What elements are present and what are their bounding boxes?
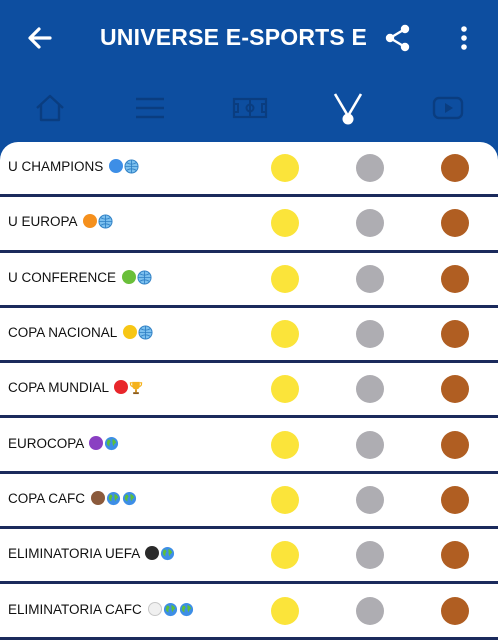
competition-row[interactable]: COPA NACIONAL <box>0 308 498 364</box>
trophy-icon <box>129 380 143 398</box>
competition-row[interactable]: U CHAMPIONS <box>0 142 498 198</box>
competition-name: ELIMINATORIA UEFA <box>8 546 140 562</box>
earth-globe-icon <box>122 491 137 509</box>
earth-globe-icon <box>104 436 119 454</box>
bronze-medal-icon[interactable] <box>441 154 469 183</box>
competition-row[interactable]: U EUROPA <box>0 197 498 253</box>
competition-label: COPA MUNDIAL <box>8 380 143 398</box>
competition-label: COPA NACIONAL <box>8 325 153 343</box>
more-options-button[interactable] <box>452 22 476 54</box>
competition-label: EUROCOPA <box>8 435 119 454</box>
color-circle-icon <box>145 546 160 561</box>
bronze-medal-icon[interactable] <box>441 596 469 625</box>
competition-label: ELIMINATORIA CAFC <box>8 601 194 620</box>
share-button[interactable] <box>382 22 414 54</box>
bronze-medal-icon[interactable] <box>441 209 469 238</box>
color-circle-icon <box>121 269 136 284</box>
color-circle-icon <box>89 435 104 450</box>
gold-medal-icon[interactable] <box>271 320 299 349</box>
earth-globe-icon <box>106 491 121 509</box>
color-circle-icon <box>114 380 129 395</box>
arrow-left-icon <box>28 27 52 49</box>
gold-medal-icon[interactable] <box>271 596 299 625</box>
silver-medal-icon[interactable] <box>356 430 384 459</box>
tab-menu[interactable] <box>130 88 170 128</box>
gold-medal-icon[interactable] <box>271 264 299 293</box>
competition-name: COPA CAFC <box>8 490 86 506</box>
competition-name: U EUROPA <box>8 214 77 230</box>
bronze-medal-icon[interactable] <box>441 541 469 570</box>
silver-medal-icon[interactable] <box>356 264 384 293</box>
gold-medal-icon[interactable] <box>271 430 299 459</box>
competition-list: U CHAMPIONS U EUROPA U CONFERENCE COPA N… <box>0 142 498 640</box>
gold-medal-icon[interactable] <box>271 375 299 404</box>
competition-row[interactable]: ELIMINATORIA CAFC <box>0 584 498 640</box>
competition-row[interactable]: COPA CAFC <box>0 474 498 530</box>
bronze-medal-icon[interactable] <box>441 320 469 349</box>
share-icon <box>385 24 410 52</box>
competition-label: U EUROPA <box>8 214 113 232</box>
list-icon <box>136 97 164 119</box>
globe-meridians-icon <box>124 159 139 177</box>
competition-name: COPA NACIONAL <box>8 325 117 341</box>
competition-label: U CHAMPIONS <box>8 159 139 177</box>
silver-medal-icon[interactable] <box>356 485 384 514</box>
silver-medal-icon[interactable] <box>356 209 384 238</box>
gold-medal-icon[interactable] <box>271 209 299 238</box>
competition-row[interactable]: U CONFERENCE <box>0 253 498 308</box>
bronze-medal-icon[interactable] <box>441 485 469 514</box>
gold-medal-icon[interactable] <box>271 541 299 570</box>
page-title: UNIVERSE E-SPORTS E <box>100 24 368 50</box>
tab-bar <box>0 78 498 142</box>
earth-globe-icon <box>160 546 175 564</box>
competition-name: COPA MUNDIAL <box>8 380 109 396</box>
color-circle-icon <box>109 159 124 174</box>
color-circle-icon <box>122 325 137 340</box>
competition-name: EUROCOPA <box>8 435 84 451</box>
competition-row[interactable]: EUROCOPA <box>0 418 498 474</box>
tab-home[interactable] <box>30 88 70 128</box>
silver-medal-icon[interactable] <box>356 320 384 349</box>
tab-video[interactable] <box>428 88 468 128</box>
competition-label: U CONFERENCE <box>8 269 152 288</box>
earth-globe-icon <box>179 602 194 620</box>
color-circle-icon <box>147 601 162 616</box>
back-button[interactable] <box>24 22 56 54</box>
silver-medal-icon[interactable] <box>356 154 384 183</box>
gold-medal-icon[interactable] <box>271 154 299 183</box>
app-bar: UNIVERSE E-SPORTS E <box>0 0 498 78</box>
play-icon <box>432 96 464 120</box>
silver-medal-icon[interactable] <box>356 596 384 625</box>
globe-meridians-icon <box>137 270 152 288</box>
silver-medal-icon[interactable] <box>356 541 384 570</box>
bronze-medal-icon[interactable] <box>441 430 469 459</box>
more-vert-icon <box>461 26 467 50</box>
competition-name: U CHAMPIONS <box>8 159 104 175</box>
tab-medals[interactable] <box>328 88 368 128</box>
silver-medal-icon[interactable] <box>356 375 384 404</box>
earth-globe-icon <box>163 602 178 620</box>
medal-icon <box>333 93 363 125</box>
tab-field[interactable] <box>230 88 270 128</box>
competition-label: COPA CAFC <box>8 490 137 509</box>
competition-label: ELIMINATORIA UEFA <box>8 546 175 564</box>
soccer-field-icon <box>232 97 268 119</box>
competition-name: ELIMINATORIA CAFC <box>8 601 142 617</box>
competition-name: U CONFERENCE <box>8 269 117 285</box>
globe-meridians-icon <box>98 214 113 232</box>
competition-row[interactable]: COPA MUNDIAL <box>0 363 498 419</box>
competition-row[interactable]: ELIMINATORIA UEFA <box>0 529 498 585</box>
color-circle-icon <box>90 490 105 505</box>
gold-medal-icon[interactable] <box>271 485 299 514</box>
home-icon <box>36 94 64 122</box>
color-circle-icon <box>82 214 97 229</box>
globe-meridians-icon <box>138 325 153 343</box>
bronze-medal-icon[interactable] <box>441 264 469 293</box>
bronze-medal-icon[interactable] <box>441 375 469 404</box>
